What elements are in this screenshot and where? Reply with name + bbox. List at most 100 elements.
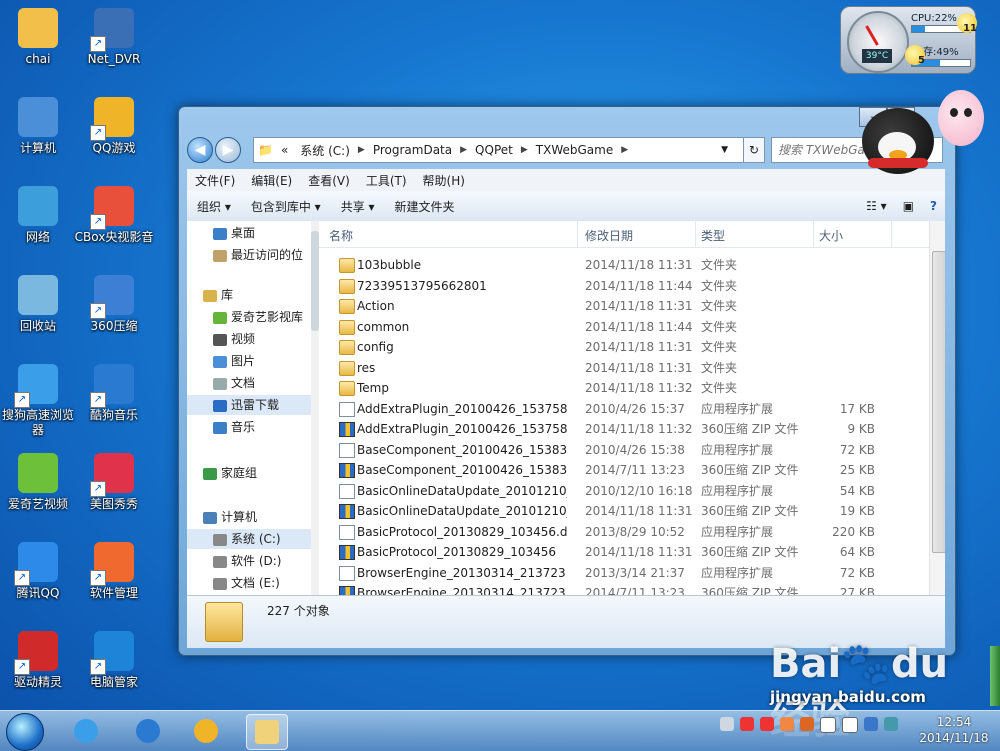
file-row[interactable]: BrowserEngine_20130314_213723.dll 2013/3/… bbox=[319, 563, 929, 583]
include-in-library-button[interactable]: 包含到库中 ▾ bbox=[241, 198, 331, 215]
file-row[interactable]: Action 2014/11/18 11:31 文件夹 bbox=[319, 296, 929, 316]
menu-file[interactable]: 文件(F) bbox=[187, 172, 243, 189]
address-bar[interactable]: 📁 « 系统 (C:) ▶ ProgramData ▶ QQPet ▶ TXWebGa… bbox=[253, 137, 759, 163]
nav-item[interactable]: 最近访问的位 bbox=[187, 245, 319, 265]
column-size[interactable]: 大小 bbox=[819, 227, 843, 244]
breadcrumb-programdata[interactable]: ProgramData bbox=[365, 143, 460, 157]
keyboard-icon[interactable] bbox=[720, 717, 734, 731]
nav-item[interactable]: 系统 (C:) bbox=[187, 529, 319, 549]
share-button[interactable]: 共享 ▾ bbox=[331, 198, 385, 215]
file-scroll-thumb[interactable] bbox=[932, 251, 945, 553]
flag-icon[interactable] bbox=[864, 717, 878, 731]
qq-tray-icon[interactable] bbox=[780, 717, 794, 731]
shield-icon[interactable] bbox=[884, 717, 898, 731]
file-row[interactable]: BasicOnlineDataUpdate_20101210_16... 2014… bbox=[319, 501, 929, 521]
nav-item[interactable]: 视频 bbox=[187, 329, 319, 349]
chevron-right-icon[interactable]: ▶ bbox=[460, 145, 467, 155]
menu-help[interactable]: 帮助(H) bbox=[415, 172, 473, 189]
nav-item[interactable]: 库 bbox=[187, 285, 319, 305]
taskbar-qq-games[interactable] bbox=[186, 714, 226, 748]
nav-item[interactable]: 文档 (E:) bbox=[187, 573, 319, 593]
cpu-meter-gadget[interactable]: 39°C CPU:22% 存:49% 11 5 bbox=[840, 6, 977, 74]
file-row[interactable]: BrowserEngine_20130314_213723 2014/7/11 1… bbox=[319, 583, 929, 595]
file-row[interactable]: config 2014/11/18 11:31 文件夹 bbox=[319, 337, 929, 357]
qq-tray-icon[interactable] bbox=[760, 717, 774, 731]
desktop-icon[interactable]: 回收站 bbox=[0, 275, 79, 334]
file-row[interactable]: BasicProtocol_20130829_103456 2014/11/18 … bbox=[319, 542, 929, 562]
forward-button[interactable]: ▶ bbox=[215, 137, 241, 163]
nav-item[interactable]: 迅雷下载 bbox=[187, 395, 319, 415]
desktop-icon[interactable]: ↗ 电脑管家 bbox=[73, 631, 155, 690]
start-button[interactable] bbox=[6, 713, 44, 751]
file-row[interactable]: res 2014/11/18 11:31 文件夹 bbox=[319, 358, 929, 378]
file-row[interactable]: common 2014/11/18 11:44 文件夹 bbox=[319, 317, 929, 337]
column-divider[interactable] bbox=[577, 221, 578, 247]
column-name[interactable]: 名称 bbox=[329, 227, 353, 244]
nav-scrollbar[interactable] bbox=[311, 221, 319, 595]
side-gadget-edge[interactable] bbox=[990, 646, 1000, 706]
desktop-icon[interactable]: 计算机 bbox=[0, 97, 79, 156]
nav-item[interactable]: 家庭组 bbox=[187, 463, 319, 483]
menu-view[interactable]: 查看(V) bbox=[300, 172, 358, 189]
chevron-right-icon[interactable]: ▶ bbox=[621, 145, 628, 155]
menu-edit[interactable]: 编辑(E) bbox=[243, 172, 300, 189]
chevron-right-icon[interactable]: ▶ bbox=[358, 145, 365, 155]
nav-item[interactable]: 文档 bbox=[187, 373, 319, 393]
view-options-icon[interactable]: ☷ ▾ bbox=[858, 199, 895, 213]
desktop-icon[interactable]: ↗ Net_DVR bbox=[73, 8, 155, 67]
nav-item[interactable]: 计算机 bbox=[187, 507, 319, 527]
network-icon[interactable] bbox=[842, 717, 858, 733]
desktop-icon[interactable]: ↗ 腾讯QQ bbox=[0, 542, 79, 601]
desktop-icon[interactable]: ↗ 360压缩 bbox=[73, 275, 155, 334]
nav-scroll-thumb[interactable] bbox=[311, 231, 319, 331]
file-row[interactable]: 72339513795662801 2014/11/18 11:44 文件夹 bbox=[319, 276, 929, 296]
desktop-icon[interactable]: chai bbox=[0, 8, 79, 67]
nav-item[interactable]: 图片 bbox=[187, 351, 319, 371]
new-folder-button[interactable]: 新建文件夹 bbox=[385, 198, 465, 215]
breadcrumb-drive[interactable]: 系统 (C:) bbox=[292, 142, 358, 159]
desktop-icon[interactable]: ↗ 酷狗音乐 bbox=[73, 364, 155, 423]
taskbar-kugou[interactable] bbox=[128, 714, 168, 748]
column-divider[interactable] bbox=[891, 221, 892, 247]
desktop-icon[interactable]: ↗ 软件管理 bbox=[73, 542, 155, 601]
file-row[interactable]: BasicProtocol_20130829_103456.dll 2013/8/… bbox=[319, 522, 929, 542]
help-icon[interactable]: ? bbox=[922, 199, 945, 213]
file-row[interactable]: 103bubble 2014/11/18 11:31 文件夹 bbox=[319, 255, 929, 275]
desktop-icon[interactable]: ↗ QQ游戏 bbox=[73, 97, 155, 156]
file-row[interactable]: BaseComponent_20100426_153838 2014/7/11 1… bbox=[319, 460, 929, 480]
clock[interactable]: 12:54 2014/11/18 bbox=[914, 714, 994, 746]
nav-item[interactable]: 桌面 bbox=[187, 223, 319, 243]
desktop-icon[interactable]: ↗ 驱动精灵 bbox=[0, 631, 79, 690]
desktop-icon[interactable]: ↗ CBox央视影音 bbox=[73, 186, 155, 245]
taskbar-sogou-browser[interactable] bbox=[66, 714, 106, 748]
nav-item[interactable]: 音乐 bbox=[187, 417, 319, 437]
qq-penguin-pet[interactable] bbox=[862, 108, 934, 174]
file-row[interactable]: BaseComponent_20100426_153838.dll 2010/4/… bbox=[319, 440, 929, 460]
address-overflow[interactable]: « bbox=[277, 143, 292, 157]
desktop-icon[interactable]: ↗ 搜狗高速浏览器 bbox=[0, 364, 79, 438]
pet-egg-icon[interactable] bbox=[938, 90, 984, 146]
file-scrollbar[interactable] bbox=[929, 221, 945, 595]
desktop-icon[interactable]: 网络 bbox=[0, 186, 79, 245]
file-row[interactable]: AddExtraPlugin_20100426_153758 2014/11/18… bbox=[319, 419, 929, 439]
column-divider[interactable] bbox=[813, 221, 814, 247]
column-divider[interactable] bbox=[695, 221, 696, 247]
file-row[interactable]: BasicOnlineDataUpdate_20101210_16... 2010… bbox=[319, 481, 929, 501]
back-button[interactable]: ◀ bbox=[187, 137, 213, 163]
volume-icon[interactable] bbox=[820, 717, 836, 733]
file-row[interactable]: AddExtraPlugin_20100426_153758.dll 2010/4… bbox=[319, 399, 929, 419]
breadcrumb-qqpet[interactable]: QQPet bbox=[467, 143, 521, 157]
nav-item[interactable]: 爱奇艺影视库 bbox=[187, 307, 319, 327]
qq-tray-icon[interactable] bbox=[800, 717, 814, 731]
chevron-right-icon[interactable]: ▶ bbox=[521, 145, 528, 155]
preview-pane-icon[interactable]: ▣ bbox=[895, 199, 922, 213]
nav-item[interactable]: 软件 (D:) bbox=[187, 551, 319, 571]
taskbar-explorer[interactable] bbox=[246, 714, 288, 750]
menu-tools[interactable]: 工具(T) bbox=[358, 172, 415, 189]
file-row[interactable]: Temp 2014/11/18 11:32 文件夹 bbox=[319, 378, 929, 398]
column-date[interactable]: 修改日期 bbox=[585, 227, 633, 244]
column-type[interactable]: 类型 bbox=[701, 227, 725, 244]
explorer-window[interactable]: – □ ◀ ▶ 📁 « 系统 (C:)▶ ProgramData▶ QQPet▶… bbox=[178, 106, 956, 656]
breadcrumb-txwebgame[interactable]: TXWebGame bbox=[528, 143, 621, 157]
desktop-icon[interactable]: ↗ 美图秀秀 bbox=[73, 453, 155, 512]
